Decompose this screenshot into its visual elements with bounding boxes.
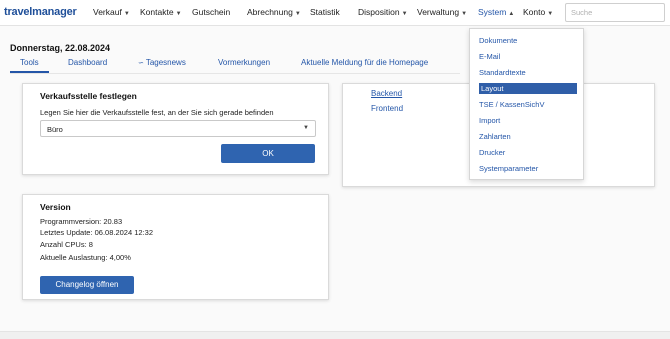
nav-verkauf[interactable]: Verkauf ▼ bbox=[93, 7, 130, 17]
app-logo[interactable]: travelmanager bbox=[4, 6, 77, 18]
verkaufsstelle-select[interactable]: Büro ▼ bbox=[40, 120, 316, 137]
menu-item-email[interactable]: E-Mail bbox=[470, 51, 577, 62]
menu-item-systemparameter[interactable]: Systemparameter bbox=[470, 163, 577, 174]
version-card: Version Programmversion: 20.83 Letztes U… bbox=[22, 194, 329, 300]
nav-system[interactable]: System ▲ bbox=[478, 7, 514, 17]
chevron-down-icon: ▼ bbox=[547, 11, 554, 17]
system-dropdown-menu: Dokumente E-Mail Standardtexte Layout TS… bbox=[469, 28, 584, 180]
menu-item-standardtexte[interactable]: Standardtexte bbox=[470, 67, 577, 78]
chevron-down-icon: ▼ bbox=[123, 11, 130, 17]
page-date: Donnerstag, 22.08.2024 bbox=[10, 43, 111, 53]
nav-abrechnung[interactable]: Abrechnung ▼ bbox=[247, 7, 301, 17]
menu-item-layout[interactable]: Layout bbox=[479, 83, 577, 94]
menu-item-drucker[interactable]: Drucker bbox=[470, 147, 577, 158]
version-cpus: Anzahl CPUs: 8 bbox=[40, 240, 93, 249]
menu-item-zahlarten[interactable]: Zahlarten bbox=[470, 131, 577, 142]
verkaufsstelle-card: Verkaufsstelle festlegen Legen Sie hier … bbox=[22, 83, 329, 175]
chevron-down-icon: ▼ bbox=[294, 11, 301, 17]
nav-verwaltung[interactable]: Verwaltung ▼ bbox=[417, 7, 467, 17]
chevron-up-icon: ▲ bbox=[508, 11, 515, 17]
tab-vormerkungen[interactable]: Vormerkungen bbox=[218, 58, 270, 71]
version-program: Programmversion: 20.83 bbox=[40, 217, 123, 226]
nav-kontakte[interactable]: Kontakte ▼ bbox=[140, 7, 182, 17]
tab-tagesnews[interactable]: ∽ Tagesnews bbox=[138, 58, 186, 71]
tab-bar: Tools Dashboard ∽ Tagesnews Vormerkungen… bbox=[10, 58, 460, 73]
search-input[interactable] bbox=[565, 3, 665, 22]
backend-link[interactable]: Backend bbox=[371, 89, 402, 98]
nav-disposition[interactable]: Disposition ▼ bbox=[358, 7, 408, 17]
nav-konto[interactable]: Konto ▼ bbox=[523, 7, 553, 17]
frontend-link[interactable]: Frontend bbox=[371, 104, 403, 113]
bottom-scrollbar[interactable] bbox=[0, 331, 670, 339]
chevron-down-icon: ▼ bbox=[401, 11, 408, 17]
version-title: Version bbox=[40, 202, 71, 212]
rss-icon: ∽ bbox=[138, 60, 146, 67]
chevron-down-icon: ▼ bbox=[175, 11, 182, 17]
changelog-button[interactable]: Changelog öffnen bbox=[40, 276, 134, 294]
tab-dashboard[interactable]: Dashboard bbox=[68, 58, 107, 71]
tabs-divider bbox=[10, 73, 460, 74]
nav-statistik[interactable]: Statistik bbox=[310, 7, 340, 17]
verkaufsstelle-title: Verkaufsstelle festlegen bbox=[40, 91, 137, 101]
nav-gutschein[interactable]: Gutschein bbox=[192, 7, 230, 17]
menu-item-tse[interactable]: TSE / KassenSichV bbox=[470, 99, 577, 110]
top-navbar: travelmanager Verkauf ▼ Kontakte ▼ Gutsche… bbox=[0, 0, 670, 26]
menu-item-import[interactable]: Import bbox=[470, 115, 577, 126]
chevron-down-icon: ▼ bbox=[303, 125, 309, 131]
chevron-down-icon: ▼ bbox=[461, 11, 468, 17]
verkaufsstelle-description: Legen Sie hier die Verkaufsstelle fest, … bbox=[40, 108, 274, 117]
menu-item-dokumente[interactable]: Dokumente bbox=[470, 35, 577, 46]
version-load: Aktuelle Auslastung: 4,00% bbox=[40, 253, 131, 262]
version-last-update: Letztes Update: 06.08.2024 12:32 bbox=[40, 228, 154, 237]
ok-button[interactable]: OK bbox=[221, 144, 315, 163]
tab-tools[interactable]: Tools bbox=[10, 58, 49, 73]
tab-aktuelle-meldung[interactable]: Aktuelle Meldung für die Homepage bbox=[301, 58, 428, 71]
